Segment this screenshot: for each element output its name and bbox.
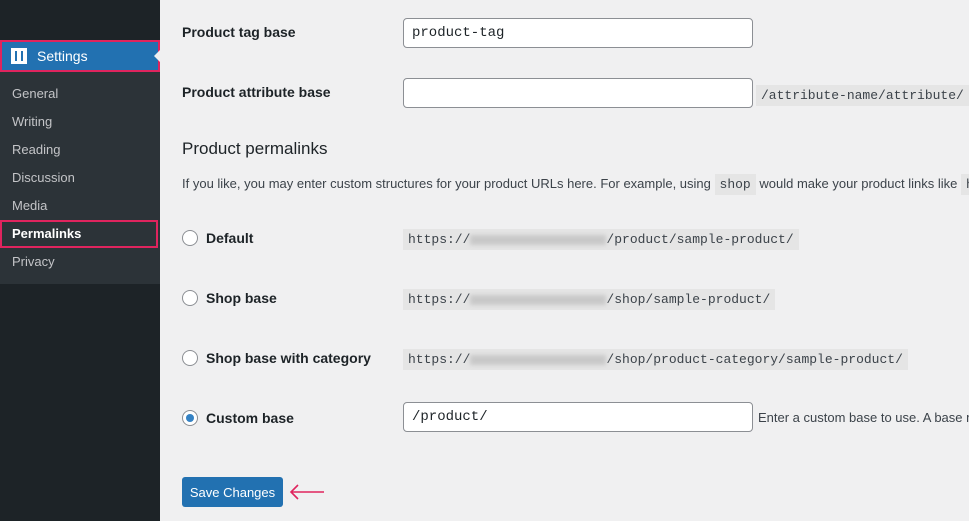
url-prefix: https://: [408, 352, 471, 367]
radio-default[interactable]: [182, 230, 198, 246]
blurred-domain: [470, 354, 607, 365]
radio-shop-base[interactable]: [182, 290, 198, 306]
option-url: https:// /product/sample-product/: [403, 229, 799, 250]
radio-shop-base-category[interactable]: [182, 350, 198, 366]
blurred-domain: [470, 234, 607, 245]
attribute-base-input[interactable]: [403, 78, 753, 108]
attribute-base-hint: /attribute-name/attribute/: [756, 85, 969, 106]
sidebar-item-privacy[interactable]: Privacy: [0, 248, 160, 276]
sidebar-item-reading[interactable]: Reading: [0, 136, 160, 164]
sidebar-item-discussion[interactable]: Discussion: [0, 164, 160, 192]
url-prefix: https://: [408, 232, 471, 247]
sidebar-item-writing[interactable]: Writing: [0, 108, 160, 136]
tag-base-label: Product tag base: [182, 24, 296, 40]
option-label: Custom base: [206, 410, 294, 426]
sidebar-item-media[interactable]: Media: [0, 192, 160, 220]
option-label: Shop base with category: [206, 350, 371, 366]
option-url: https:// /shop/sample-product/: [403, 289, 776, 310]
admin-sidebar: Settings General Writing Reading Discuss…: [0, 0, 160, 521]
settings-icon: [11, 48, 27, 64]
url-suffix: /shop/sample-product/: [606, 292, 771, 307]
sidebar-item-label: Settings: [37, 48, 88, 64]
attribute-base-label: Product attribute base: [182, 84, 331, 100]
desc-text: would make your product links like: [759, 176, 958, 191]
sidebar-item-permalinks[interactable]: Permalinks: [0, 220, 158, 248]
custom-base-input[interactable]: /product/: [403, 402, 753, 432]
tag-base-input[interactable]: product-tag: [403, 18, 753, 48]
section-description: If you like, you may enter custom struct…: [182, 174, 969, 195]
desc-code: shop: [714, 174, 756, 195]
url-prefix: https://: [408, 292, 471, 307]
option-url: https:// /shop/product-category/sample-pr…: [403, 349, 908, 370]
desc-text: If you like, you may enter custom struct…: [182, 176, 711, 191]
arrow-annotation-icon: [289, 484, 324, 500]
sidebar-item-settings[interactable]: Settings: [0, 40, 160, 72]
radio-custom-base[interactable]: [182, 410, 198, 426]
sidebar-item-general[interactable]: General: [0, 80, 160, 108]
save-changes-button[interactable]: Save Changes: [182, 477, 283, 507]
section-heading: Product permalinks: [182, 139, 328, 158]
current-indicator: [148, 50, 160, 62]
url-suffix: /product/sample-product/: [606, 232, 794, 247]
option-label: Shop base: [206, 290, 277, 306]
custom-base-hint: Enter a custom base to use. A base m: [758, 410, 969, 425]
url-suffix: /shop/product-category/sample-product/: [606, 352, 903, 367]
blurred-domain: [470, 294, 607, 305]
option-label: Default: [206, 230, 254, 246]
settings-submenu: General Writing Reading Discussion Media…: [0, 72, 160, 284]
desc-code: h: [960, 174, 969, 195]
